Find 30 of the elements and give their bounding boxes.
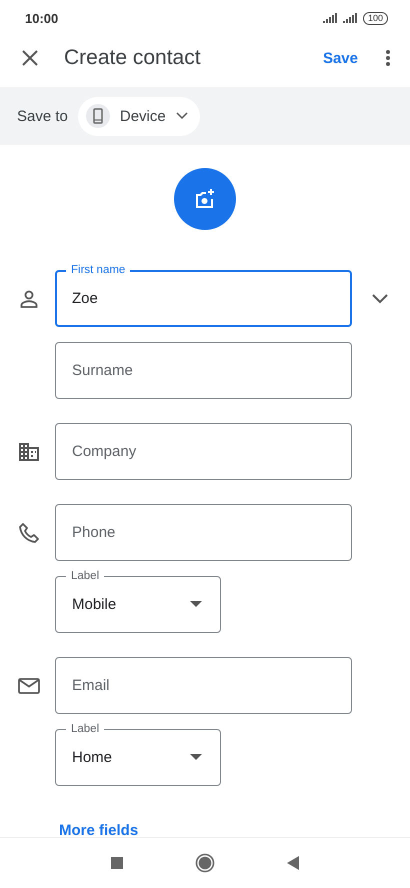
chevron-down-icon xyxy=(176,112,188,120)
back-icon[interactable] xyxy=(287,856,299,870)
screen-title: Create contact xyxy=(64,46,202,70)
home-icon[interactable] xyxy=(195,853,215,873)
more-options-icon[interactable] xyxy=(386,50,390,66)
label-dropdown[interactable]: Label Home xyxy=(55,722,221,786)
text-field[interactable]: Company xyxy=(55,416,352,480)
battery-level: 100 xyxy=(362,12,388,24)
mail-icon xyxy=(18,678,40,694)
save-to-label: Save to xyxy=(17,108,68,124)
person-icon xyxy=(20,290,38,308)
chevron-down-icon[interactable] xyxy=(372,294,388,304)
add-photo-icon xyxy=(193,187,217,211)
text-field[interactable]: First name Zoe xyxy=(55,263,352,327)
text-field[interactable]: Surname xyxy=(55,335,352,399)
close-icon[interactable] xyxy=(22,50,38,66)
account-chip[interactable]: Device xyxy=(78,96,200,136)
phone-icon xyxy=(18,522,38,542)
dropdown-arrow-icon xyxy=(190,601,202,607)
dropdown-arrow-icon xyxy=(190,754,202,760)
label-dropdown[interactable]: Label Mobile xyxy=(55,569,221,633)
text-field[interactable]: Phone xyxy=(55,497,352,561)
phone-device-icon xyxy=(86,104,110,128)
save-button[interactable]: Save xyxy=(318,46,362,70)
status-time: 10:00 xyxy=(25,10,58,26)
text-field[interactable]: Email xyxy=(55,650,352,714)
signal-icon xyxy=(322,13,339,23)
building-icon xyxy=(18,442,38,460)
signal-icon xyxy=(342,13,359,23)
more-fields-link[interactable]: More fields xyxy=(59,822,138,839)
